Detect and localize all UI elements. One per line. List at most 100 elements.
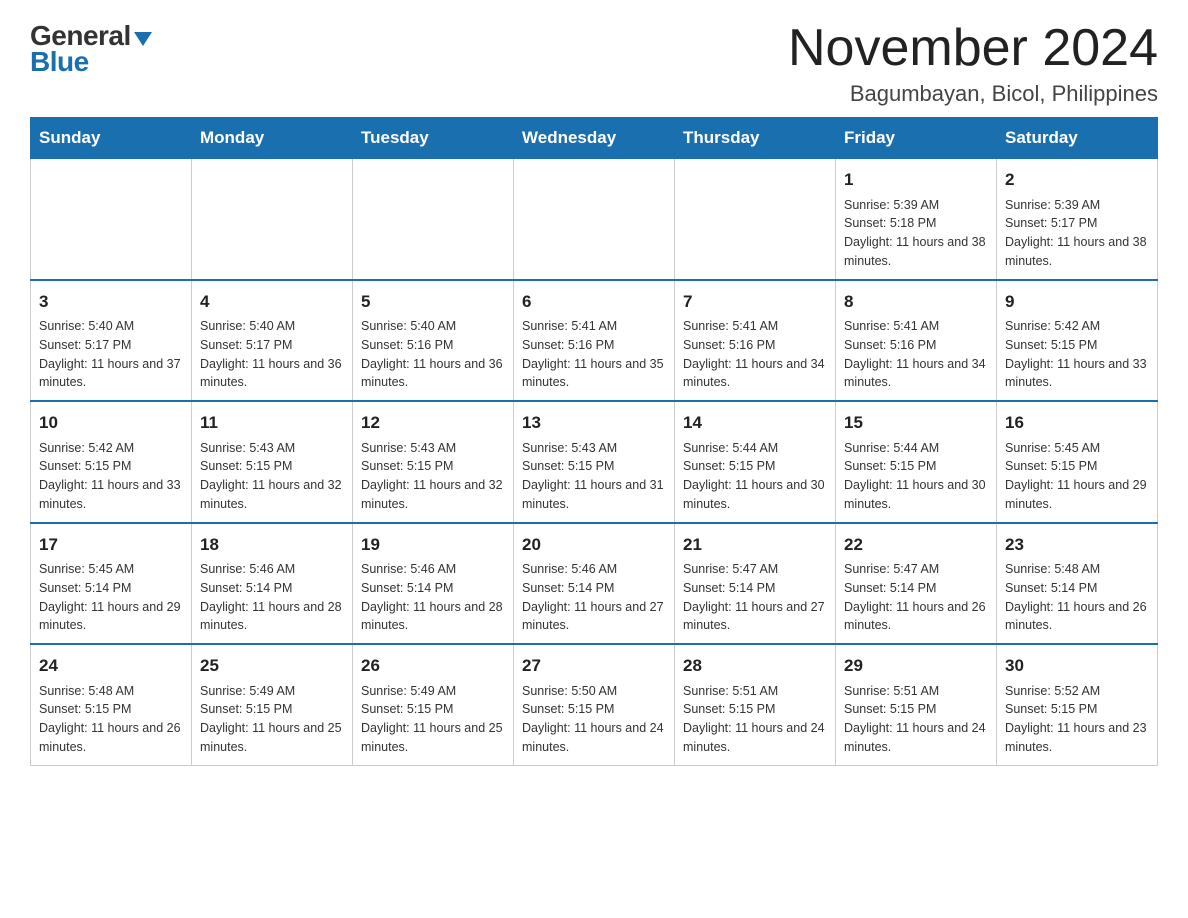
calendar-cell: 27Sunrise: 5:50 AMSunset: 5:15 PMDayligh… — [514, 644, 675, 765]
day-info-line: Sunrise: 5:44 AM — [844, 439, 988, 458]
day-info-line: Sunrise: 5:41 AM — [844, 317, 988, 336]
calendar-week-row: 17Sunrise: 5:45 AMSunset: 5:14 PMDayligh… — [31, 523, 1158, 645]
day-number: 15 — [844, 410, 988, 436]
calendar-cell: 30Sunrise: 5:52 AMSunset: 5:15 PMDayligh… — [997, 644, 1158, 765]
day-info-line: Sunset: 5:14 PM — [39, 579, 183, 598]
day-info-line: Sunrise: 5:44 AM — [683, 439, 827, 458]
day-number: 5 — [361, 289, 505, 315]
calendar-cell: 17Sunrise: 5:45 AMSunset: 5:14 PMDayligh… — [31, 523, 192, 645]
day-info-line: Sunset: 5:15 PM — [39, 700, 183, 719]
day-info-line: Sunset: 5:16 PM — [522, 336, 666, 355]
day-info-line: Sunset: 5:15 PM — [39, 457, 183, 476]
day-info-line: Daylight: 11 hours and 27 minutes. — [683, 598, 827, 636]
day-info-line: Sunset: 5:14 PM — [200, 579, 344, 598]
calendar-header-row: SundayMondayTuesdayWednesdayThursdayFrid… — [31, 118, 1158, 159]
calendar-table: SundayMondayTuesdayWednesdayThursdayFrid… — [30, 117, 1158, 766]
day-info-line: Sunrise: 5:48 AM — [39, 682, 183, 701]
day-info-line: Sunset: 5:15 PM — [683, 700, 827, 719]
day-info-line: Sunrise: 5:49 AM — [361, 682, 505, 701]
day-info-line: Sunrise: 5:50 AM — [522, 682, 666, 701]
day-info-line: Daylight: 11 hours and 28 minutes. — [361, 598, 505, 636]
calendar-day-header: Friday — [836, 118, 997, 159]
day-number: 14 — [683, 410, 827, 436]
calendar-cell: 26Sunrise: 5:49 AMSunset: 5:15 PMDayligh… — [353, 644, 514, 765]
day-info-line: Daylight: 11 hours and 24 minutes. — [683, 719, 827, 757]
day-number: 8 — [844, 289, 988, 315]
day-info-line: Sunset: 5:15 PM — [1005, 457, 1149, 476]
day-info-line: Sunrise: 5:40 AM — [39, 317, 183, 336]
calendar-day-header: Wednesday — [514, 118, 675, 159]
day-info-line: Sunset: 5:16 PM — [361, 336, 505, 355]
day-info-line: Daylight: 11 hours and 33 minutes. — [39, 476, 183, 514]
day-info-line: Daylight: 11 hours and 29 minutes. — [1005, 476, 1149, 514]
day-info-line: Sunrise: 5:43 AM — [361, 439, 505, 458]
day-number: 22 — [844, 532, 988, 558]
calendar-cell: 16Sunrise: 5:45 AMSunset: 5:15 PMDayligh… — [997, 401, 1158, 523]
calendar-week-row: 24Sunrise: 5:48 AMSunset: 5:15 PMDayligh… — [31, 644, 1158, 765]
day-info-line: Sunrise: 5:39 AM — [844, 196, 988, 215]
day-info-line: Daylight: 11 hours and 30 minutes. — [683, 476, 827, 514]
calendar-cell: 6Sunrise: 5:41 AMSunset: 5:16 PMDaylight… — [514, 280, 675, 402]
day-info-line: Sunrise: 5:39 AM — [1005, 196, 1149, 215]
day-number: 17 — [39, 532, 183, 558]
calendar-cell — [675, 159, 836, 280]
calendar-cell: 21Sunrise: 5:47 AMSunset: 5:14 PMDayligh… — [675, 523, 836, 645]
calendar-cell — [353, 159, 514, 280]
day-info-line: Sunset: 5:17 PM — [39, 336, 183, 355]
day-info-line: Sunset: 5:14 PM — [683, 579, 827, 598]
day-info-line: Sunrise: 5:40 AM — [361, 317, 505, 336]
calendar-cell: 18Sunrise: 5:46 AMSunset: 5:14 PMDayligh… — [192, 523, 353, 645]
calendar-cell: 4Sunrise: 5:40 AMSunset: 5:17 PMDaylight… — [192, 280, 353, 402]
day-info-line: Daylight: 11 hours and 38 minutes. — [844, 233, 988, 271]
calendar-cell: 14Sunrise: 5:44 AMSunset: 5:15 PMDayligh… — [675, 401, 836, 523]
day-info-line: Sunset: 5:16 PM — [844, 336, 988, 355]
day-number: 13 — [522, 410, 666, 436]
day-info-line: Sunset: 5:15 PM — [361, 700, 505, 719]
day-info-line: Sunset: 5:15 PM — [1005, 336, 1149, 355]
day-info-line: Daylight: 11 hours and 31 minutes. — [522, 476, 666, 514]
day-info-line: Sunset: 5:14 PM — [361, 579, 505, 598]
day-info-line: Sunrise: 5:45 AM — [39, 560, 183, 579]
day-info-line: Sunset: 5:15 PM — [361, 457, 505, 476]
day-info-line: Sunset: 5:14 PM — [1005, 579, 1149, 598]
day-info-line: Sunrise: 5:41 AM — [683, 317, 827, 336]
day-number: 2 — [1005, 167, 1149, 193]
day-number: 16 — [1005, 410, 1149, 436]
calendar-week-row: 10Sunrise: 5:42 AMSunset: 5:15 PMDayligh… — [31, 401, 1158, 523]
calendar-cell: 22Sunrise: 5:47 AMSunset: 5:14 PMDayligh… — [836, 523, 997, 645]
day-number: 25 — [200, 653, 344, 679]
page-header: General Blue November 2024 Bagumbayan, B… — [30, 20, 1158, 107]
day-number: 24 — [39, 653, 183, 679]
calendar-cell: 29Sunrise: 5:51 AMSunset: 5:15 PMDayligh… — [836, 644, 997, 765]
day-info-line: Sunrise: 5:46 AM — [361, 560, 505, 579]
day-info-line: Daylight: 11 hours and 24 minutes. — [522, 719, 666, 757]
day-number: 28 — [683, 653, 827, 679]
month-title: November 2024 — [788, 20, 1158, 77]
day-info-line: Daylight: 11 hours and 37 minutes. — [39, 355, 183, 393]
calendar-day-header: Saturday — [997, 118, 1158, 159]
day-info-line: Sunrise: 5:51 AM — [844, 682, 988, 701]
day-info-line: Sunrise: 5:42 AM — [39, 439, 183, 458]
calendar-week-row: 1Sunrise: 5:39 AMSunset: 5:18 PMDaylight… — [31, 159, 1158, 280]
calendar-day-header: Tuesday — [353, 118, 514, 159]
calendar-cell: 9Sunrise: 5:42 AMSunset: 5:15 PMDaylight… — [997, 280, 1158, 402]
calendar-cell: 2Sunrise: 5:39 AMSunset: 5:17 PMDaylight… — [997, 159, 1158, 280]
day-info-line: Sunset: 5:15 PM — [522, 700, 666, 719]
day-info-line: Sunset: 5:15 PM — [1005, 700, 1149, 719]
day-info-line: Daylight: 11 hours and 23 minutes. — [1005, 719, 1149, 757]
day-info-line: Daylight: 11 hours and 32 minutes. — [361, 476, 505, 514]
day-info-line: Sunrise: 5:42 AM — [1005, 317, 1149, 336]
day-info-line: Sunset: 5:16 PM — [683, 336, 827, 355]
day-info-line: Sunset: 5:17 PM — [200, 336, 344, 355]
day-info-line: Sunrise: 5:41 AM — [522, 317, 666, 336]
day-info-line: Daylight: 11 hours and 28 minutes. — [200, 598, 344, 636]
logo-blue-text: Blue — [30, 46, 89, 78]
calendar-day-header: Thursday — [675, 118, 836, 159]
day-info-line: Sunrise: 5:51 AM — [683, 682, 827, 701]
day-info-line: Daylight: 11 hours and 26 minutes. — [1005, 598, 1149, 636]
day-number: 4 — [200, 289, 344, 315]
day-number: 21 — [683, 532, 827, 558]
day-info-line: Daylight: 11 hours and 27 minutes. — [522, 598, 666, 636]
day-info-line: Sunset: 5:15 PM — [844, 457, 988, 476]
calendar-cell: 13Sunrise: 5:43 AMSunset: 5:15 PMDayligh… — [514, 401, 675, 523]
